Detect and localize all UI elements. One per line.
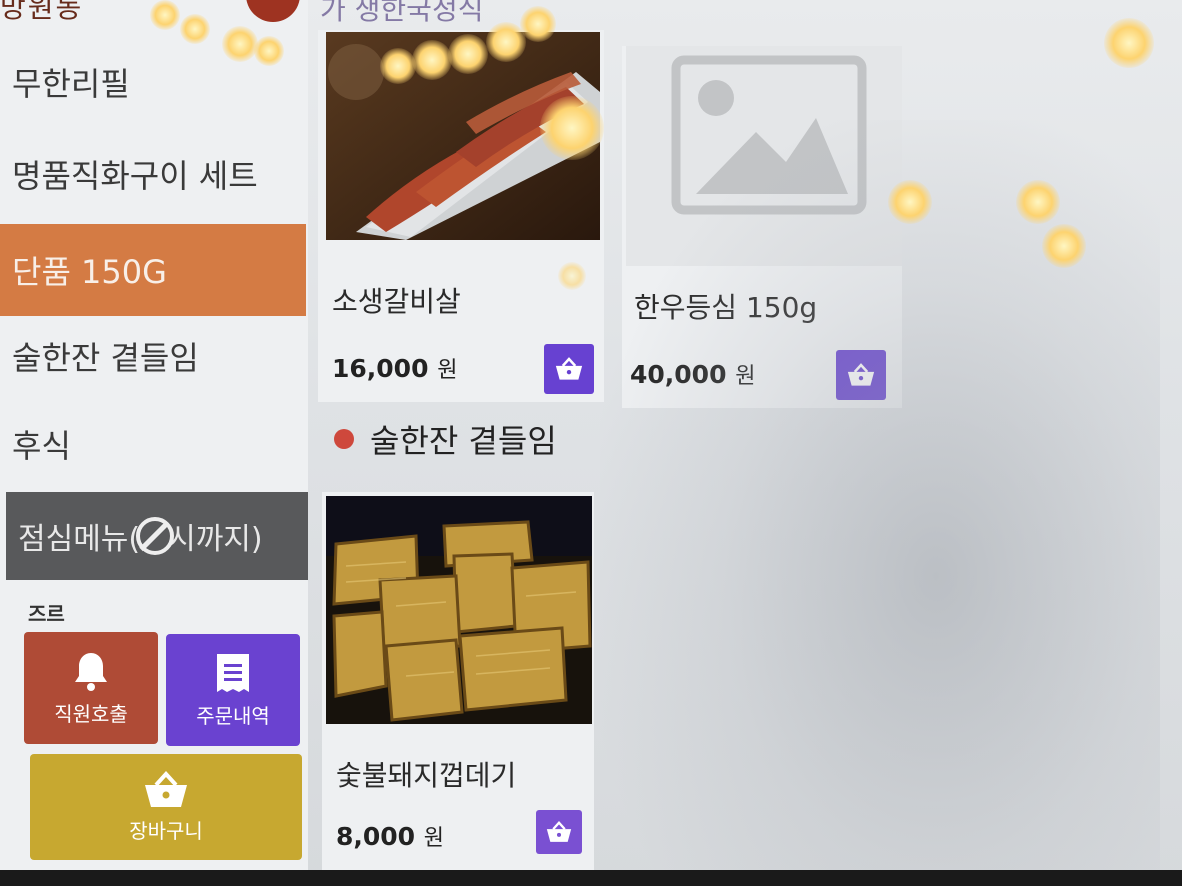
receipt-icon bbox=[217, 653, 249, 692]
price-currency: 원 bbox=[437, 358, 458, 383]
sidebar-item-single-150g[interactable]: 단품 150G bbox=[0, 224, 306, 316]
price-amount: 8,000 bbox=[336, 822, 416, 851]
cart-button[interactable]: 장바구니 bbox=[30, 754, 302, 860]
sidebar-item-label: 술한잔 곁들임 bbox=[12, 339, 199, 377]
bell-icon bbox=[75, 652, 107, 691]
add-to-cart-button[interactable] bbox=[536, 810, 582, 854]
call-staff-button[interactable]: 직원호출 bbox=[24, 632, 158, 744]
basket-icon bbox=[145, 770, 187, 807]
kiosk-screen: 망원동 무한리필 명품직화구이 세트 단품 150G 술한잔 곁들임 후식 점심… bbox=[0, 0, 1182, 886]
glare-light bbox=[1104, 18, 1154, 68]
order-history-button[interactable]: 주문내역 bbox=[166, 634, 300, 746]
sidebar-item-unlimited-refill[interactable]: 무한리필 bbox=[0, 38, 306, 126]
section-dot-icon bbox=[334, 429, 354, 449]
product-price: 8,000 원 bbox=[336, 820, 444, 852]
product-card[interactable]: 숯불돼지껍데기 8,000 원 bbox=[322, 492, 594, 870]
grilled-beef-rib-photo bbox=[326, 32, 600, 240]
sidebar-item-label: 단품 150G bbox=[12, 253, 167, 291]
glare-light bbox=[1042, 224, 1086, 268]
product-name: 한우등심 150g bbox=[634, 291, 818, 324]
price-amount: 16,000 bbox=[332, 354, 429, 383]
basket-icon bbox=[847, 363, 875, 386]
cart-label: 장바구니 bbox=[129, 818, 203, 843]
glare-light bbox=[1016, 180, 1060, 224]
product-price: 40,000 원 bbox=[630, 358, 755, 390]
add-to-cart-button[interactable] bbox=[544, 344, 594, 394]
product-name: 숯불돼지껍데기 bbox=[336, 759, 517, 792]
price-amount: 40,000 bbox=[630, 360, 727, 389]
sidebar-item-label: 명품직화구이 세트 bbox=[12, 157, 258, 195]
price-currency: 원 bbox=[423, 826, 445, 851]
logo-badge bbox=[246, 0, 300, 22]
order-history-label: 주문내역 bbox=[196, 703, 270, 728]
call-staff-label: 직원호출 bbox=[54, 701, 128, 726]
section-title-text: 술한잔 곁들임 bbox=[370, 422, 557, 460]
sidebar-item-premium-grill-set[interactable]: 명품직화구이 세트 bbox=[0, 130, 306, 218]
utility-label: 즈르 bbox=[28, 602, 65, 626]
sidebar-item-label-tail: 시까지) bbox=[168, 522, 263, 557]
sidebar-item-lunch-menu[interactable]: 점심메뉴( 시까지) bbox=[6, 492, 308, 580]
product-price: 16,000 원 bbox=[332, 352, 457, 384]
sidebar-item-label: 무한리필 bbox=[12, 65, 130, 103]
placeholder-image-icon bbox=[626, 46, 902, 266]
basket-icon bbox=[555, 357, 583, 380]
basket-icon bbox=[546, 821, 572, 842]
category-heading: 가 생한국정식 bbox=[320, 0, 484, 26]
bottom-bezel bbox=[0, 870, 1182, 886]
sidebar-item-label: 점심메뉴( bbox=[18, 522, 141, 557]
logo: 망원동 bbox=[0, 0, 308, 30]
section-title: 술한잔 곁들임 bbox=[334, 416, 557, 462]
product-card[interactable]: 소생갈비살 16,000 원 bbox=[318, 30, 604, 402]
product-name: 소생갈비살 bbox=[332, 285, 461, 318]
sidebar-item-drink-sides[interactable]: 술한잔 곁들임 bbox=[0, 312, 306, 400]
add-to-cart-button[interactable] bbox=[836, 350, 886, 400]
grilled-pork-skin-photo bbox=[326, 496, 592, 724]
sidebar-item-label: 후식 bbox=[12, 427, 71, 465]
price-currency: 원 bbox=[735, 364, 756, 389]
no-entry-icon bbox=[136, 517, 175, 555]
category-sidebar: 망원동 무한리필 명품직화구이 세트 단품 150G 술한잔 곁들임 후식 점심… bbox=[0, 0, 308, 870]
logo-text: 망원동 bbox=[0, 0, 84, 24]
product-card[interactable]: 한우등심 150g 40,000 원 bbox=[622, 46, 902, 408]
sidebar-item-dessert[interactable]: 후식 bbox=[0, 400, 306, 488]
